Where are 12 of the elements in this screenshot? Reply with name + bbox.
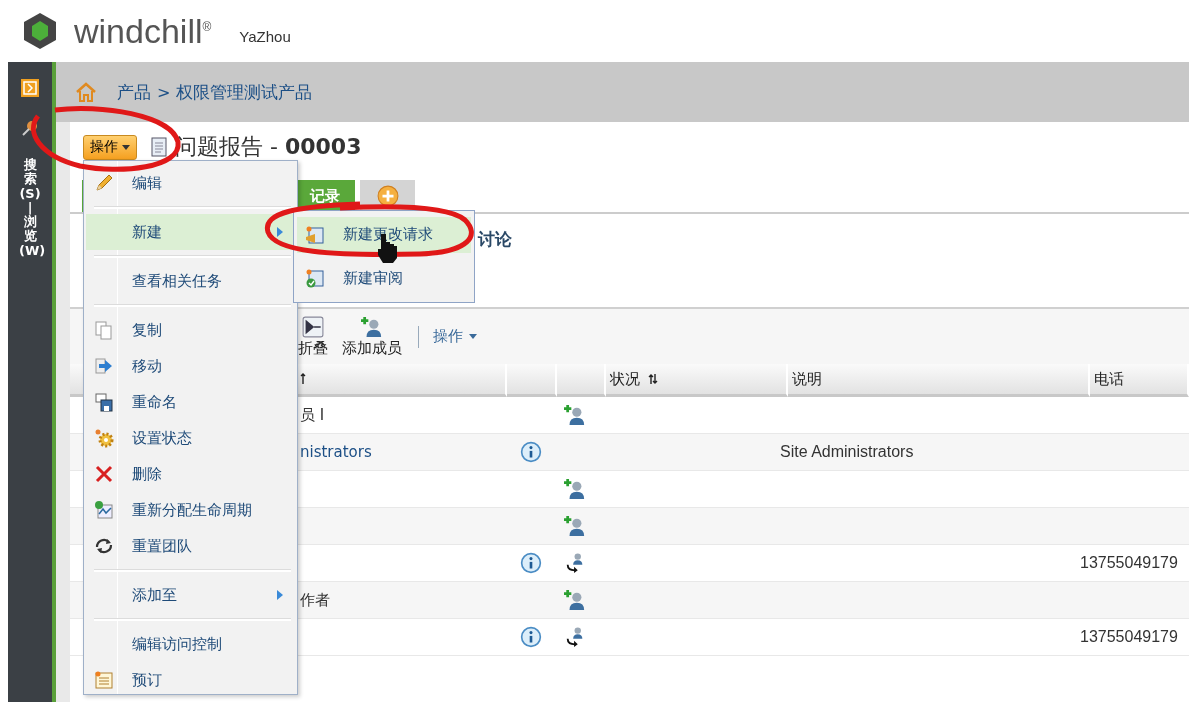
table-cell: Site Administrators — [780, 443, 914, 461]
column-header-label: 电话 — [1094, 369, 1124, 389]
table-cell: 13755049179 — [1080, 554, 1178, 572]
table-cell: 员 I — [300, 405, 325, 425]
breadcrumb-separator: > — [157, 82, 171, 102]
section-heading: 讨论 — [478, 229, 512, 249]
column-header-label: 状况 — [610, 369, 640, 389]
table-cell: 13755049179 — [1080, 628, 1178, 646]
column-header-label: 说明 — [792, 369, 822, 389]
user-name: YaZhou — [239, 27, 291, 45]
app-logo-text: windchill$^{®}$ — [74, 11, 212, 51]
table-cell: 作者 — [300, 590, 330, 610]
